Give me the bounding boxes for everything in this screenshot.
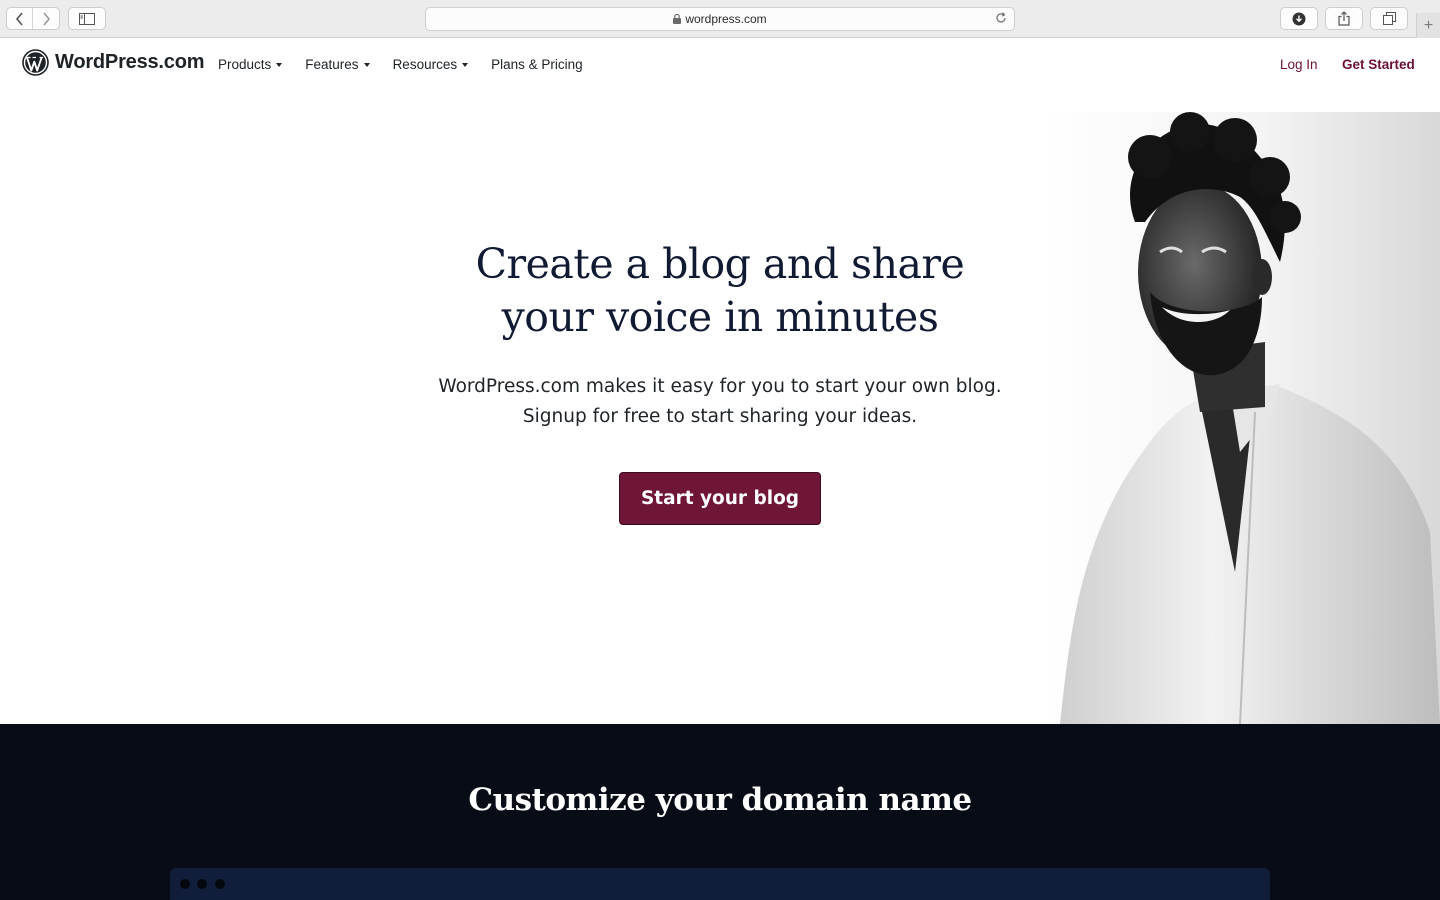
logo-link[interactable]: WordPress.com [22,49,205,76]
share-button[interactable] [1325,7,1363,30]
forward-icon [43,11,51,26]
tabs-overview-button[interactable] [1370,7,1408,30]
hero-subtitle: WordPress.com makes it easy for you to s… [420,372,1020,432]
window-dot-icon [215,879,225,889]
logo-text: WordPress.com [55,51,205,73]
sidebar-button[interactable] [68,7,106,30]
hero-title-line: Create a blog and share [475,240,965,288]
domain-section-title: Customize your domain name [468,782,972,818]
back-icon [15,11,23,26]
nav-label: Products [218,57,272,72]
wordpress-logo-icon [22,49,49,76]
reload-icon[interactable] [994,11,1008,25]
chevron-down-icon [462,62,469,67]
nav-resources[interactable]: Resources [393,57,469,72]
nav-plans-pricing[interactable]: Plans & Pricing [491,57,583,72]
main-nav: Products Features Resources Plans & Pric… [218,57,606,72]
login-link[interactable]: Log In [1280,57,1318,72]
nav-label: Features [305,57,359,72]
hero-subtitle-line: Signup for free to start sharing your id… [522,406,918,427]
download-icon [1292,12,1306,25]
new-tab-icon: + [1423,16,1434,34]
nav-features[interactable]: Features [305,57,370,72]
start-blog-button[interactable]: Start your blog [619,472,821,525]
domain-section: Customize your domain name [0,724,1440,900]
share-icon [1338,11,1350,26]
window-dot-icon [197,879,207,889]
hero-title: Create a blog and share your voice in mi… [420,238,1020,344]
nav-products[interactable]: Products [218,57,283,72]
new-tab-button[interactable]: + [1416,13,1440,38]
chevron-down-icon [276,62,283,67]
browser-toolbar: wordpress.com + [0,0,1440,38]
back-button[interactable] [7,8,34,29]
history-buttons [6,7,60,30]
nav-label: Resources [392,57,458,72]
hero-portrait-image [1040,112,1440,724]
browser-mockup [170,868,1270,900]
get-started-link[interactable]: Get Started [1342,57,1415,72]
hero-section: Create a blog and share your voice in mi… [0,92,1440,724]
nav-label: Plans & Pricing [491,57,583,72]
hero-subtitle-line: WordPress.com makes it easy for you to s… [438,376,1002,397]
site-header: WordPress.com Products Features Resource… [0,38,1440,92]
hero-title-line: your voice in minutes [501,293,939,341]
url-text: wordpress.com [685,12,767,26]
downloads-button[interactable] [1280,7,1318,30]
address-bar[interactable]: wordpress.com [425,7,1015,31]
chevron-down-icon [363,62,370,67]
window-dot-icon [180,879,190,889]
forward-button[interactable] [33,8,59,29]
sidebar-icon [79,12,95,25]
lock-icon [673,14,682,24]
tabs-icon [1382,12,1396,25]
